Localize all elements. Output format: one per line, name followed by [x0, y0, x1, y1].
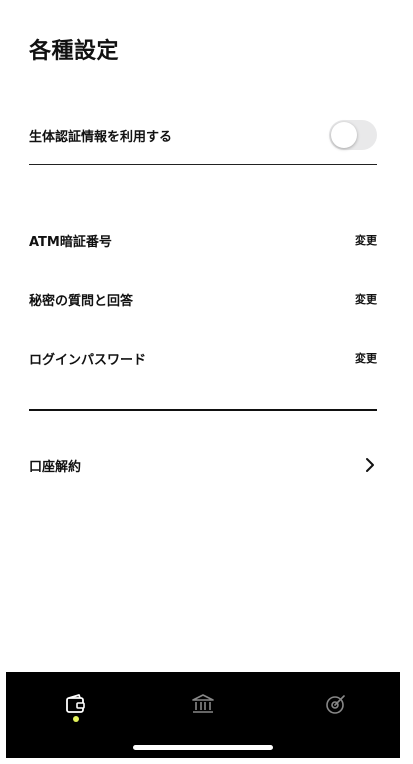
bottom-tab-bar: [6, 672, 400, 758]
wallet-icon: [65, 694, 87, 718]
secret-question-change-button[interactable]: 変更: [355, 291, 377, 307]
tab-target[interactable]: [316, 686, 356, 726]
home-indicator: [133, 745, 273, 750]
page-title: 各種設定: [29, 39, 120, 64]
biometric-label: 生体認証情報を利用する: [29, 129, 173, 145]
secret-question-row[interactable]: 秘密の質問と回答 変更: [29, 289, 377, 309]
close-account-label: 口座解約: [29, 459, 82, 475]
login-password-label: ログインパスワード: [29, 352, 147, 368]
close-account-row[interactable]: 口座解約: [29, 455, 377, 475]
secret-question-label: 秘密の質問と回答: [29, 293, 134, 309]
active-tab-indicator: [73, 716, 79, 722]
biometric-toggle[interactable]: [329, 120, 377, 150]
tab-bank[interactable]: [183, 686, 223, 726]
login-password-change-button[interactable]: 変更: [355, 350, 377, 366]
toggle-knob: [331, 122, 357, 148]
biometric-setting-row: 生体認証情報を利用する: [29, 120, 377, 150]
bank-icon: [191, 693, 215, 719]
target-icon: [325, 693, 347, 719]
chevron-right-icon: [363, 456, 377, 474]
section-divider: [29, 409, 377, 411]
divider: [29, 164, 377, 165]
login-password-row[interactable]: ログインパスワード 変更: [29, 348, 377, 368]
atm-pin-label: ATM暗証番号: [29, 234, 112, 250]
atm-pin-change-button[interactable]: 変更: [355, 232, 377, 248]
atm-pin-row[interactable]: ATM暗証番号 変更: [29, 230, 377, 250]
